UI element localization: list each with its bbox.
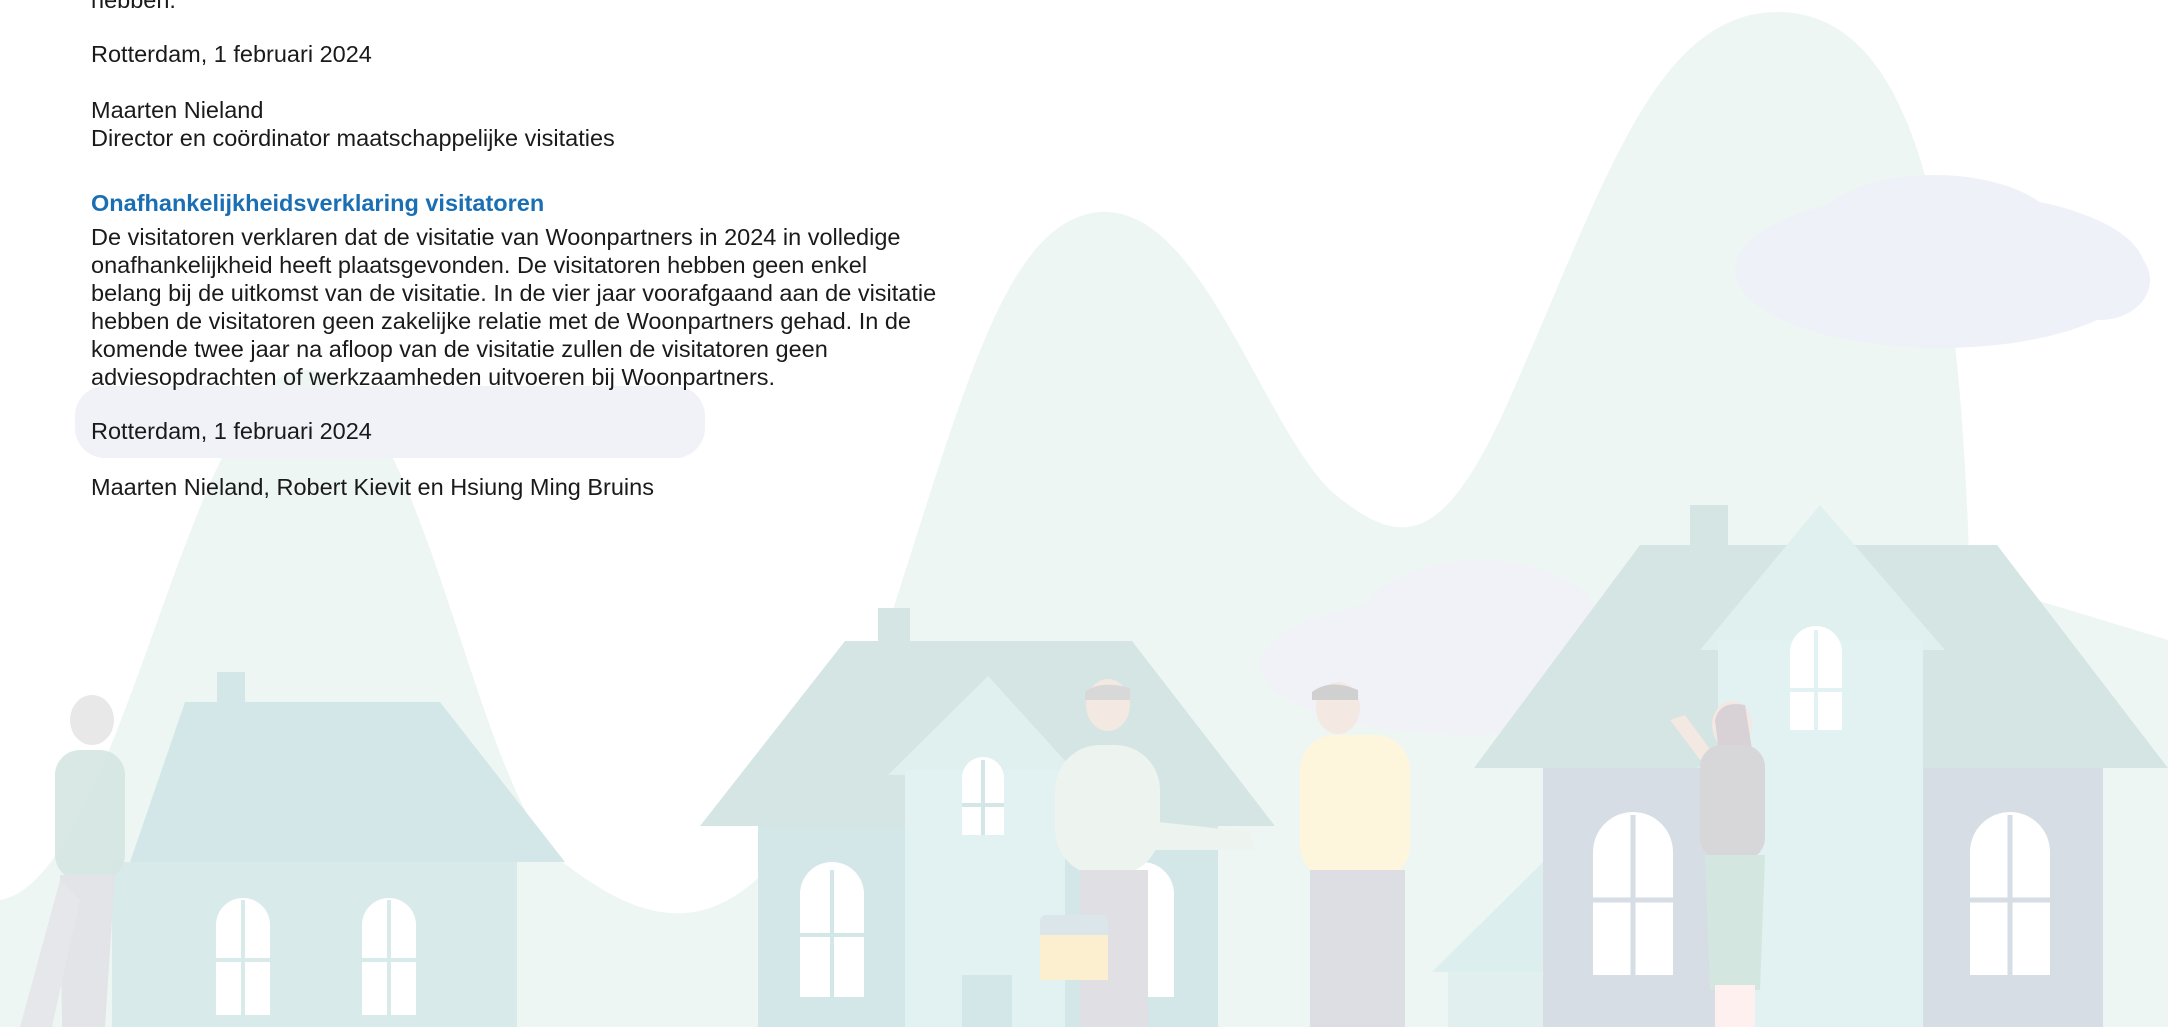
signature1-name: Maarten Nieland [91,97,264,123]
signature1-place-date: Rotterdam, 1 februari 2024 [91,41,372,67]
background-illustration [0,11,2168,1027]
paragraph-line: adviesopdrachten of werkzaamheden uitvoe… [91,364,776,390]
paragraph-line: onafhankelijkheid heeft plaatsgevonden. … [91,252,868,278]
house-left [112,672,565,1027]
intro-tail-text: hebben. [91,0,176,13]
paragraph-line: hebben de visitatoren geen zakelijke rel… [91,308,911,334]
paragraph-line: komende twee jaar na afloop van de visit… [91,336,828,362]
signature2-place-date: Rotterdam, 1 februari 2024 [91,418,372,444]
section-heading: Onafhankelijkheidsverklaring visitatoren [91,190,545,216]
signature1-role: Director en coördinator maatschappelijke… [91,125,615,151]
paragraph-line: De visitatoren verklaren dat de visitati… [91,224,901,250]
signature2-names: Maarten Nieland, Robert Kievit en Hsiung… [91,474,654,500]
paragraph-line: belang bij de uitkomst van de visitatie.… [91,280,937,306]
